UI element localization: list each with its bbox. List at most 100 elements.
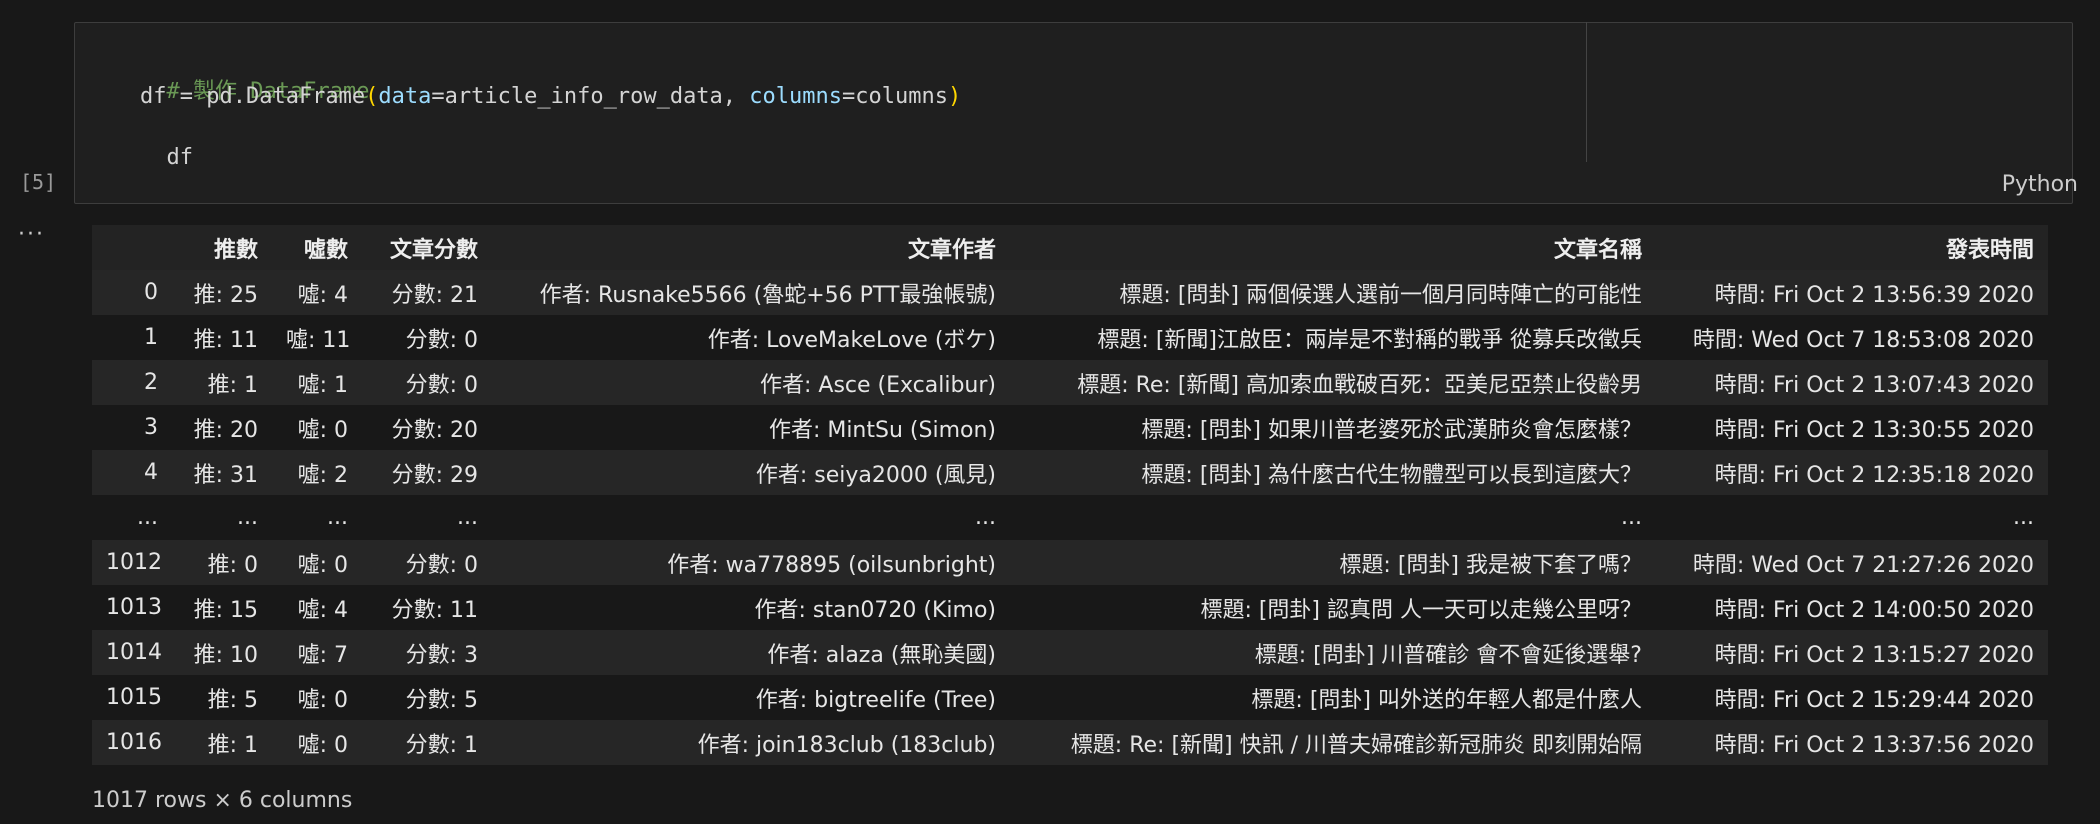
table-row: 4 推: 31 噓: 2 分數: 29 作者: seiya2000 (風見) 標題: [問… [92,450,2048,495]
row-index: 1014 [92,630,172,675]
table-row: 1012 推: 0 噓: 0 分數: 0 作者: wa778895 (oilsunbri… [92,540,2048,585]
cell-score: 分數: 21 [362,270,492,315]
cell-push: 推: 20 [172,405,272,450]
cell-title: 標題: [問卦] 為什麼古代生物體型可以長到這麼大？ [1010,450,1656,495]
cell-title: ... [1010,495,1656,540]
cell-title: 標題: Re: [新聞] 高加索血戰破百死：亞美尼亞禁止役齡男 [1010,360,1656,405]
cell-author: 作者: Asce (Excalibur) [492,360,1010,405]
cell-author: 作者: wa778895 (oilsunbright) [492,540,1010,585]
cell-push: 推: 15 [172,585,272,630]
code-open-paren: ( [365,84,379,109]
table-row: ..................... [92,495,2048,540]
table-row: 1014 推: 10 噓: 7 分數: 3 作者: alaza (無恥美國) 標題: [問… [92,630,2048,675]
cell-time: 時間: Fri Oct 2 13:15:27 2020 [1656,630,2048,675]
table-row: 1013 推: 15 噓: 4 分數: 11 作者: stan0720 (Kimo) 標題… [92,585,2048,630]
cell-author: 作者: MintSu (Simon) [492,405,1010,450]
cell-title: 標題: [問卦] 川普確診 會不會延後選舉? [1010,630,1656,675]
dataframe-table: 推數 噓數 文章分數 文章作者 文章名稱 發表時間 0 推: 25 噓: 4 分數: … [92,225,2048,765]
cell-time: 時間: Fri Oct 2 13:07:43 2020 [1656,360,2048,405]
cell-boo: 噓: 0 [272,675,362,720]
row-index: 1012 [92,540,172,585]
cell-time: 時間: Fri Oct 2 15:29:44 2020 [1656,675,2048,720]
cell-author: 作者: alaza (無恥美國) [492,630,1010,675]
cell-push: 推: 10 [172,630,272,675]
table-row: 3 推: 20 噓: 0 分數: 20 作者: MintSu (Simon) 標題: [問… [92,405,2048,450]
cell-score: 分數: 3 [362,630,492,675]
cell-push: ... [172,495,272,540]
row-index: 1 [92,315,172,360]
code-line-2[interactable]: df = pd.DataFrame(data=article_info_row_… [140,84,961,109]
dataframe-shape-label: 1017 rows × 6 columns [92,788,353,813]
code-cell-editor[interactable] [74,22,2073,204]
cell-time: 時間: Fri Oct 2 13:30:55 2020 [1656,405,2048,450]
table-row: 1016 推: 1 噓: 0 分數: 1 作者: join183club (183clu… [92,720,2048,765]
cell-author: 作者: LoveMakeLove (ボケ) [492,315,1010,360]
cell-author: 作者: bigtreelife (Tree) [492,675,1010,720]
output-more-actions-icon[interactable]: ··· [18,222,45,247]
cell-language-label[interactable]: Python [2002,172,2078,197]
cell-score: 分數: 1 [362,720,492,765]
code-param-columns: columns [749,84,843,109]
cell-push: 推: 25 [172,270,272,315]
cell-time: 時間: Fri Oct 2 13:37:56 2020 [1656,720,2048,765]
cell-time: 時間: Wed Oct 7 18:53:08 2020 [1656,315,2048,360]
code-df-assign: df = pd.DataFrame [140,84,366,109]
cell-boo: 噓: 7 [272,630,362,675]
cell-title: 標題: [問卦] 叫外送的年輕人都是什麼人 [1010,675,1656,720]
cell-title: 標題: [新聞]江啟臣：兩岸是不對稱的戰爭 從募兵改徵兵 [1010,315,1656,360]
cell-score: ... [362,495,492,540]
cell-score: 分數: 20 [362,405,492,450]
row-index: 3 [92,405,172,450]
cell-title: 標題: [問卦] 如果川普老婆死於武漢肺炎會怎麼樣？ [1010,405,1656,450]
cell-divider [1586,22,1587,162]
row-index: 2 [92,360,172,405]
table-row: 2 推: 1 噓: 1 分數: 0 作者: Asce (Excalibur) 標題: Re… [92,360,2048,405]
cell-boo: 噓: 0 [272,405,362,450]
cell-author: 作者: join183club (183club) [492,720,1010,765]
code-line-3[interactable]: df [140,120,194,170]
table-body: 0 推: 25 噓: 4 分數: 21 作者: Rusnake5566 (魯蛇+56 P… [92,270,2048,765]
cell-push: 推: 1 [172,720,272,765]
table-row: 1 推: 11 噓: 11 分數: 0 作者: LoveMakeLove (ボケ) 標題:… [92,315,2048,360]
cell-title: 標題: Re: [新聞] 快訊 / 川普夫婦確診新冠肺炎 即刻開始隔 [1010,720,1656,765]
cell-author: 作者: stan0720 (Kimo) [492,585,1010,630]
cell-push: 推: 1 [172,360,272,405]
row-index: 1015 [92,675,172,720]
cell-boo: 噓: 0 [272,720,362,765]
cell-author: 作者: seiya2000 (風見) [492,450,1010,495]
cell-title: 標題: [問卦] 我是被下套了嗎？ [1010,540,1656,585]
cell-boo: 噓: 0 [272,540,362,585]
cell-boo: 噓: 2 [272,450,362,495]
cell-score: 分數: 29 [362,450,492,495]
cell-boo: 噓: 4 [272,585,362,630]
cell-boo: 噓: 4 [272,270,362,315]
code-df-echo: df [166,145,194,170]
execution-count: [5] [20,170,57,194]
cell-time: 時間: Fri Oct 2 13:56:39 2020 [1656,270,2048,315]
code-param-data: data [378,84,432,109]
table-row: 0 推: 25 噓: 4 分數: 21 作者: Rusnake5566 (魯蛇+56 P… [92,270,2048,315]
table-row: 1015 推: 5 噓: 0 分數: 5 作者: bigtreelife (Tree) 標… [92,675,2048,720]
column-header-score: 文章分數 [362,225,492,270]
code-arg-columns: =columns [842,84,948,109]
row-index: 0 [92,270,172,315]
column-header-time: 發表時間 [1656,225,2048,270]
row-index: ... [92,495,172,540]
cell-push: 推: 11 [172,315,272,360]
cell-author: ... [492,495,1010,540]
cell-push: 推: 5 [172,675,272,720]
cell-boo: 噓: 1 [272,360,362,405]
cell-title: 標題: [問卦] 兩個候選人選前一個月同時陣亡的可能性 [1010,270,1656,315]
code-close-paren: ) [947,84,962,109]
cell-score: 分數: 11 [362,585,492,630]
cell-time: ... [1656,495,2048,540]
cell-boo: ... [272,495,362,540]
column-header-push: 推數 [172,225,272,270]
column-header-boo: 噓數 [272,225,362,270]
cell-time: 時間: Fri Oct 2 14:00:50 2020 [1656,585,2048,630]
cell-score: 分數: 0 [362,360,492,405]
cell-time: 時間: Wed Oct 7 21:27:26 2020 [1656,540,2048,585]
cell-title: 標題: [問卦] 認真問 人一天可以走幾公里呀？ [1010,585,1656,630]
cell-boo: 噓: 11 [272,315,362,360]
cell-score: 分數: 5 [362,675,492,720]
